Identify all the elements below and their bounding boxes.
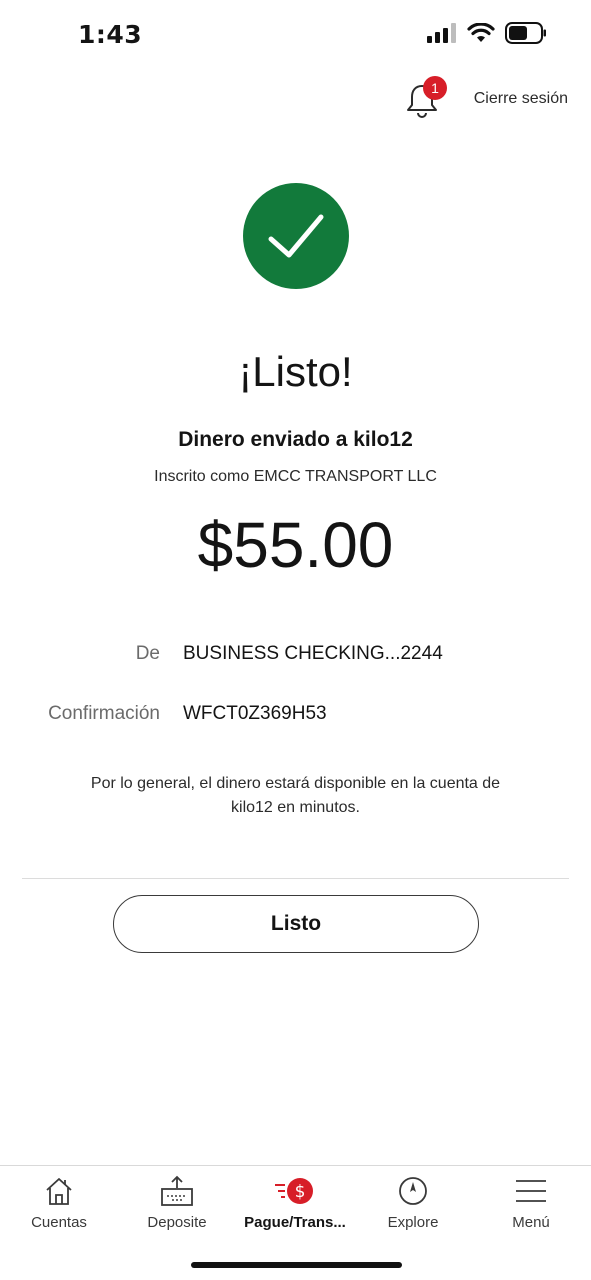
recipient-heading: Dinero enviado a kilo12: [178, 428, 413, 451]
deposit-icon: [161, 1175, 193, 1206]
success-check-icon: [243, 183, 349, 289]
signal-icon: [427, 23, 456, 43]
status-bar: 1:43: [0, 0, 591, 70]
from-row: De BUSINESS CHECKING...2244: [0, 643, 591, 673]
divider: [22, 878, 569, 879]
battery-icon: [505, 22, 546, 44]
from-account-value: BUSINESS CHECKING...2244: [183, 643, 443, 664]
nav-label-deposit: Deposite: [147, 1214, 207, 1231]
home-indicator: [191, 1262, 402, 1268]
done-button[interactable]: Listo: [113, 895, 479, 953]
top-header: Cierre sesión: [0, 70, 591, 130]
compass-icon: [399, 1177, 427, 1205]
nav-item-accounts[interactable]: Cuentas: [0, 1166, 118, 1241]
page-title: ¡Listo!: [238, 348, 353, 395]
from-label: De: [135, 643, 160, 664]
wifi-icon: [467, 23, 495, 42]
svg-text:$: $: [295, 1182, 306, 1202]
menu-icon: [516, 1180, 546, 1202]
amount-value: $55.00: [197, 509, 394, 581]
nav-label-accounts: Cuentas: [31, 1214, 87, 1231]
nav-label-explore: Explore: [387, 1214, 439, 1231]
registered-name: Inscrito como EMCC TRANSPORT LLC: [154, 468, 437, 485]
confirmation-label: Confirmación: [48, 703, 160, 724]
logout-link[interactable]: Cierre sesión: [474, 90, 568, 108]
status-time: 1:43: [78, 20, 143, 49]
nav-label-pay-transfer: Pague/Trans...: [244, 1214, 346, 1231]
pay-transfer-icon: $: [275, 1178, 313, 1204]
nav-item-menu[interactable]: Menú: [472, 1166, 590, 1241]
nav-label-menu: Menú: [512, 1214, 550, 1231]
confirmation-number: WFCT0Z369H53: [183, 703, 327, 724]
home-icon: [46, 1178, 72, 1205]
nav-item-pay-transfer[interactable]: $ Pague/Trans...: [236, 1166, 354, 1241]
availability-note: Por lo general, el dinero estará disponi…: [90, 775, 501, 816]
nav-item-deposit[interactable]: Deposite: [118, 1166, 236, 1241]
status-icons: [427, 22, 547, 44]
confirmation-row: Confirmación WFCT0Z369H53: [0, 703, 591, 733]
nav-item-explore[interactable]: Explore: [354, 1166, 472, 1241]
notification-badge: 1: [423, 76, 447, 100]
